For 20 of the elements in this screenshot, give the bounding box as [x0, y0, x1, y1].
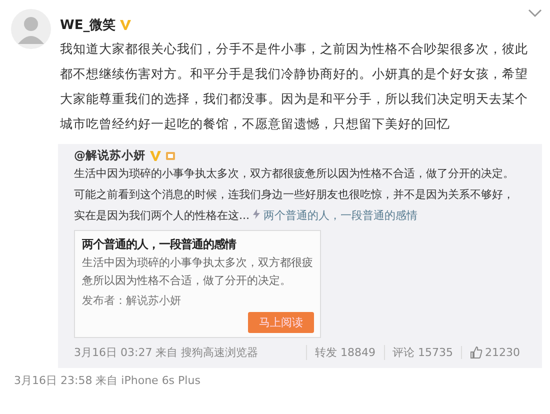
post-meta: 3月16日 23:58 来自 iPhone 6s Plus — [14, 373, 202, 388]
read-button[interactable]: 马上阅读 — [248, 312, 314, 333]
stat-button[interactable]: 转发 18849 — [306, 345, 384, 360]
article-card[interactable]: 两个普通的人，一段普通的感情 生活中因为琐碎的小事争执太多次，双方都很疲惫所以因为性格不合适，做了分开的决定。 发布者：解说苏小妍 马上阅读 — [74, 230, 321, 338]
badge-icon — [164, 150, 176, 161]
avatar-icon[interactable] — [10, 8, 52, 50]
repost-author[interactable]: @解说苏小妍 — [74, 148, 146, 163]
username[interactable]: WE_微笑 — [60, 16, 116, 34]
repost-text: 生活中因为琐碎的小事争执太多次，双方都很疲惫所以因为性格不合适，做了分开的决定。可能之前看到这个消息的时候，连我们身边一些好朋友也很吃惊，并不是因为关系不够好，实在是因为我们两个人的性格在这... 两个普通的人，一段普通的感情 — [74, 166, 515, 224]
repost-meta: 3月16日 03:27 来自 搜狗高速浏览器 — [74, 345, 260, 360]
thumbs-up-icon — [470, 346, 483, 359]
stat-button[interactable]: 评论 15735 — [384, 345, 461, 360]
article-summary: 生活中因为琐碎的小事争执太多次，双方都很疲惫所以因为性格不合适，做了分开的决定。 — [82, 255, 314, 289]
article-publisher: 发布者：解说苏小妍 — [82, 293, 182, 308]
lightning-icon — [253, 209, 260, 219]
article-link[interactable]: 两个普通的人，一段普通的感情 — [264, 209, 418, 222]
chevron-down-icon[interactable] — [528, 8, 542, 18]
article-title: 两个普通的人，一段普通的感情 — [82, 237, 238, 252]
like-button[interactable]: 21230 — [461, 346, 528, 359]
post-text: 我知道大家都很关心我们，分手不是件小事，之前因为性格不合吵架很多次，彼此都不想继续伤害对方。和平分手是我们冷静协商好的。小妍真的是个好女孩，希望大家能尊重我们的选择，我们都没事。因为是和平分手，所以我们决定明天去某个城市吃曾经约好一起吃的餐馆，不愿意留遗憾，只想留下美好的回忆 — [60, 40, 528, 133]
